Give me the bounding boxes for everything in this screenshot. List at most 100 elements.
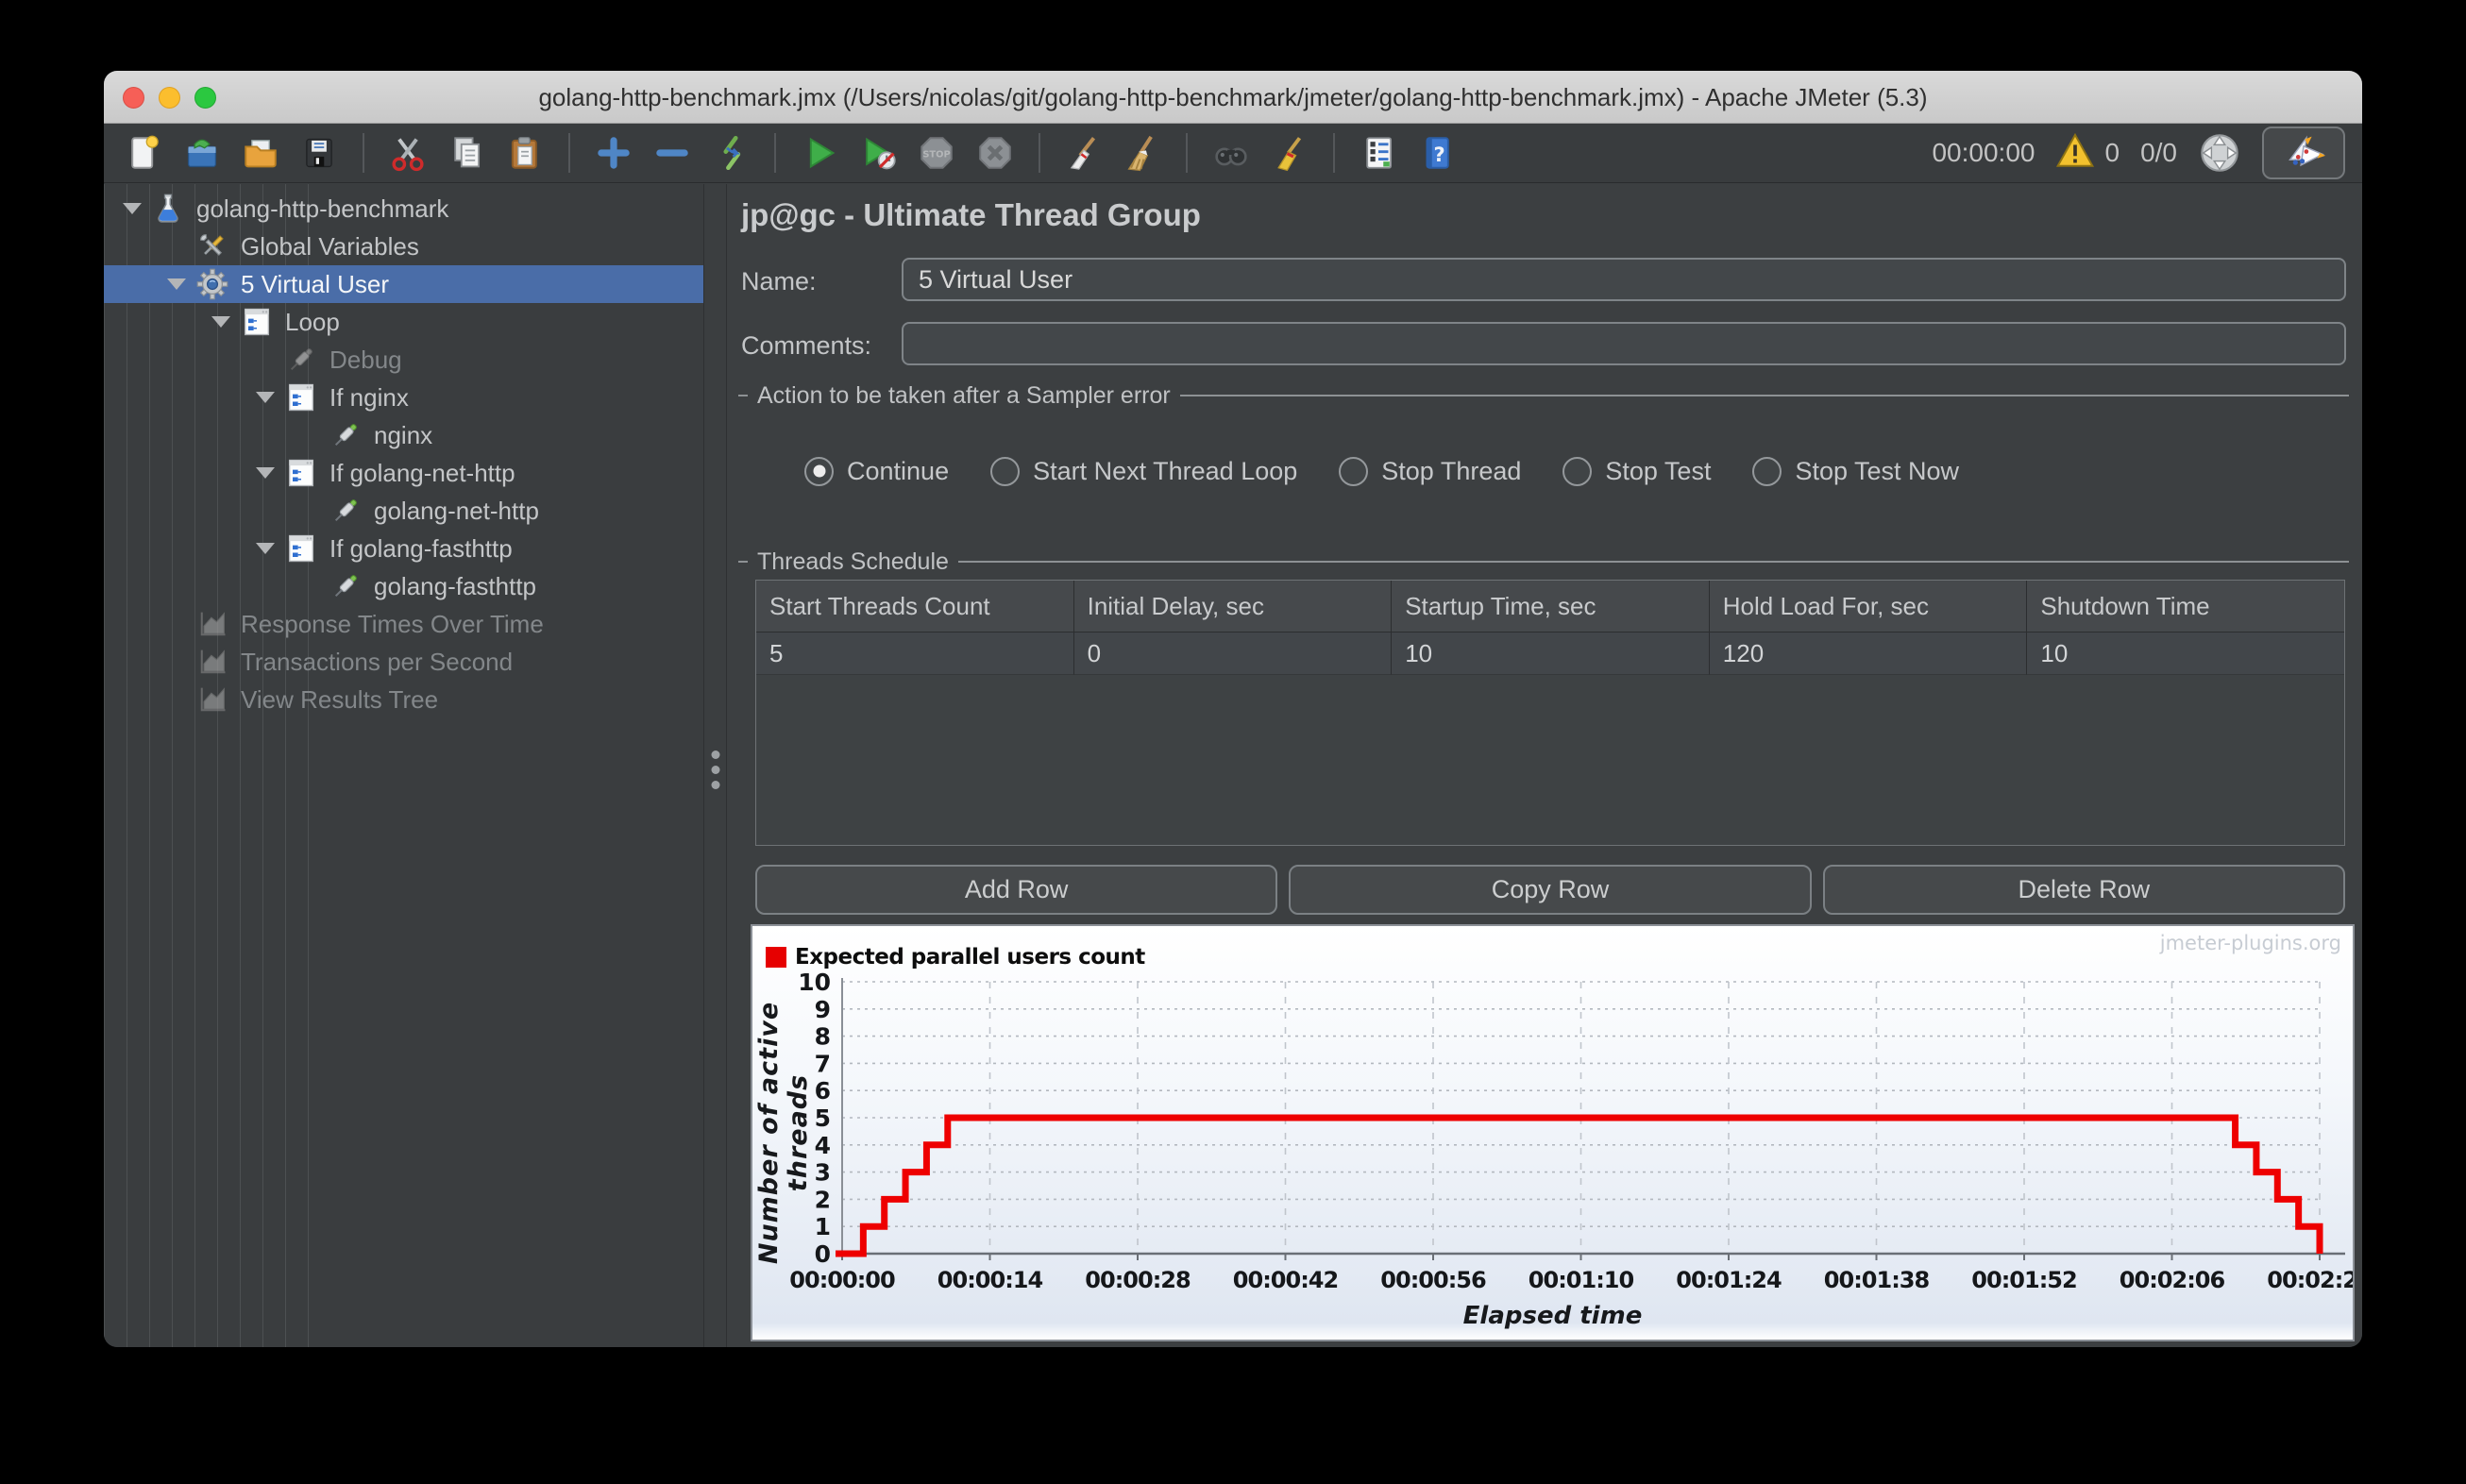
comments-input[interactable] bbox=[902, 322, 2346, 365]
sampler-icon bbox=[284, 343, 318, 377]
table-cell[interactable]: 5 bbox=[756, 632, 1074, 675]
threads-preview-chart: jmeter-plugins.org Expected parallel use… bbox=[751, 924, 2355, 1341]
svg-text:STOP: STOP bbox=[922, 150, 950, 160]
tree-item[interactable]: 5 Virtual User bbox=[104, 265, 703, 303]
tree-rows: golang-http-benchmark Global Variables 5 V… bbox=[104, 184, 703, 718]
tree-item-label: Debug bbox=[329, 345, 402, 374]
tree-item[interactable]: If golang-fasthttp bbox=[104, 530, 703, 567]
table-cell[interactable]: 10 bbox=[2027, 632, 2344, 675]
name-input[interactable] bbox=[902, 258, 2346, 301]
tree-item[interactable]: Transactions per Second bbox=[104, 643, 703, 681]
table-header-cell[interactable]: Hold Load For, sec bbox=[1709, 581, 2028, 632]
close-button[interactable] bbox=[123, 87, 144, 109]
table-cell[interactable]: 120 bbox=[1709, 632, 2028, 675]
svg-text:?: ? bbox=[1434, 143, 1445, 166]
tree-item-label: golang-http-benchmark bbox=[196, 194, 449, 223]
tree-item[interactable]: Global Variables bbox=[104, 228, 703, 265]
svg-text:00:02:20: 00:02:20 bbox=[2267, 1267, 2353, 1293]
radio-continue[interactable]: Continue bbox=[804, 456, 949, 486]
search-reset-icon[interactable] bbox=[1267, 130, 1312, 176]
toolbar-separator bbox=[1039, 133, 1040, 173]
tree-item[interactable]: golang-fasthttp bbox=[104, 567, 703, 605]
svg-text:00:00:56: 00:00:56 bbox=[1380, 1267, 1486, 1293]
tree-item[interactable]: If golang-net-http bbox=[104, 454, 703, 492]
shutdown-icon[interactable] bbox=[972, 130, 1018, 176]
svg-text:1: 1 bbox=[815, 1213, 831, 1240]
threads-schedule-title: Threads Schedule bbox=[757, 548, 949, 575]
table-cell[interactable]: 0 bbox=[1073, 632, 1393, 675]
warning-icon[interactable] bbox=[2055, 131, 2095, 176]
plugins-manager-button[interactable] bbox=[2262, 126, 2345, 179]
sampler-icon bbox=[329, 569, 363, 603]
function-helper-icon[interactable] bbox=[1356, 130, 1401, 176]
svg-text:00:01:10: 00:01:10 bbox=[1529, 1267, 1634, 1293]
help-icon[interactable]: ? bbox=[1414, 130, 1460, 176]
expand-all-icon[interactable] bbox=[591, 130, 636, 176]
expander-icon[interactable] bbox=[246, 392, 284, 403]
copy-icon[interactable] bbox=[444, 130, 489, 176]
radio-stop-test-now[interactable]: Stop Test Now bbox=[1752, 456, 1959, 486]
svg-text:4: 4 bbox=[815, 1132, 831, 1159]
collapse-all-icon[interactable] bbox=[650, 130, 695, 176]
radio-stop-thread[interactable]: Stop Thread bbox=[1339, 456, 1522, 486]
table-header-cell[interactable]: Startup Time, sec bbox=[1392, 581, 1710, 632]
expander-icon[interactable] bbox=[113, 203, 151, 214]
tree-item[interactable]: nginx bbox=[104, 416, 703, 454]
clear-icon[interactable] bbox=[1061, 130, 1106, 176]
radio-circle-icon bbox=[1752, 456, 1782, 486]
radio-label: Stop Thread bbox=[1381, 456, 1522, 485]
tree-item[interactable]: golang-net-http bbox=[104, 492, 703, 530]
comments-label: Comments: bbox=[741, 331, 872, 360]
toolbar-separator bbox=[1186, 133, 1188, 173]
table-header-cell[interactable]: Start Threads Count bbox=[756, 581, 1074, 632]
tree-item[interactable]: If nginx bbox=[104, 379, 703, 416]
radio-stop-test[interactable]: Stop Test bbox=[1562, 456, 1711, 486]
tree-item[interactable]: Response Times Over Time bbox=[104, 605, 703, 643]
threads-schedule-section-header: Threads Schedule bbox=[738, 548, 2349, 575]
delete-row-button[interactable]: Delete Row bbox=[1822, 865, 2345, 915]
expander-icon[interactable] bbox=[158, 278, 195, 290]
table-header-cell[interactable]: Initial Delay, sec bbox=[1073, 581, 1393, 632]
copy-row-button[interactable]: Copy Row bbox=[1289, 865, 1812, 915]
toggle-icon[interactable] bbox=[708, 130, 753, 176]
tree-item[interactable]: golang-http-benchmark bbox=[104, 190, 703, 228]
expander-icon[interactable] bbox=[246, 543, 284, 554]
start-no-timers-icon[interactable] bbox=[855, 130, 901, 176]
tree-item-label: If nginx bbox=[329, 382, 409, 412]
warning-count: 0 bbox=[2104, 138, 2120, 167]
new-file-icon[interactable] bbox=[121, 130, 166, 176]
svg-text:0: 0 bbox=[815, 1240, 831, 1268]
toolbar-separator bbox=[568, 133, 570, 173]
sampler-error-options: Continue Start Next Thread Loop Stop Threa… bbox=[804, 452, 1959, 490]
zoom-button[interactable] bbox=[194, 87, 216, 109]
expander-icon[interactable] bbox=[246, 467, 284, 479]
start-icon[interactable] bbox=[797, 130, 842, 176]
table-cell[interactable]: 10 bbox=[1392, 632, 1710, 675]
tree-item-label: Transactions per Second bbox=[241, 647, 514, 676]
open-file-icon[interactable] bbox=[238, 130, 283, 176]
table-header-cell[interactable]: Shutdown Time bbox=[2027, 581, 2344, 632]
clear-all-icon[interactable] bbox=[1120, 130, 1165, 176]
paste-icon[interactable] bbox=[502, 130, 548, 176]
panel-splitter[interactable] bbox=[703, 184, 727, 1347]
chart-icon bbox=[195, 607, 229, 641]
radio-circle-icon bbox=[1562, 456, 1593, 486]
cut-icon[interactable] bbox=[385, 130, 431, 176]
tree-item-label: Response Times Over Time bbox=[241, 609, 544, 638]
minimize-button[interactable] bbox=[159, 87, 180, 109]
tree-item[interactable]: View Results Tree bbox=[104, 681, 703, 718]
tree-item[interactable]: Loop bbox=[104, 303, 703, 341]
add-row-button[interactable]: Add Row bbox=[755, 865, 1278, 915]
sampler-error-title: Action to be taken after a Sampler error bbox=[757, 381, 1171, 409]
tree-item-label: If golang-net-http bbox=[329, 458, 515, 487]
svg-text:7: 7 bbox=[815, 1050, 831, 1077]
expander-icon[interactable] bbox=[202, 316, 240, 328]
templates-icon[interactable] bbox=[179, 130, 225, 176]
search-icon[interactable] bbox=[1208, 130, 1254, 176]
tree-item[interactable]: Debug bbox=[104, 341, 703, 379]
radio-start-next-thread-loop[interactable]: Start Next Thread Loop bbox=[990, 456, 1297, 486]
tree-item-label: Global Variables bbox=[241, 231, 419, 261]
stop-icon[interactable]: STOP bbox=[914, 130, 959, 176]
svg-text:3: 3 bbox=[815, 1159, 831, 1187]
save-icon[interactable] bbox=[296, 130, 342, 176]
